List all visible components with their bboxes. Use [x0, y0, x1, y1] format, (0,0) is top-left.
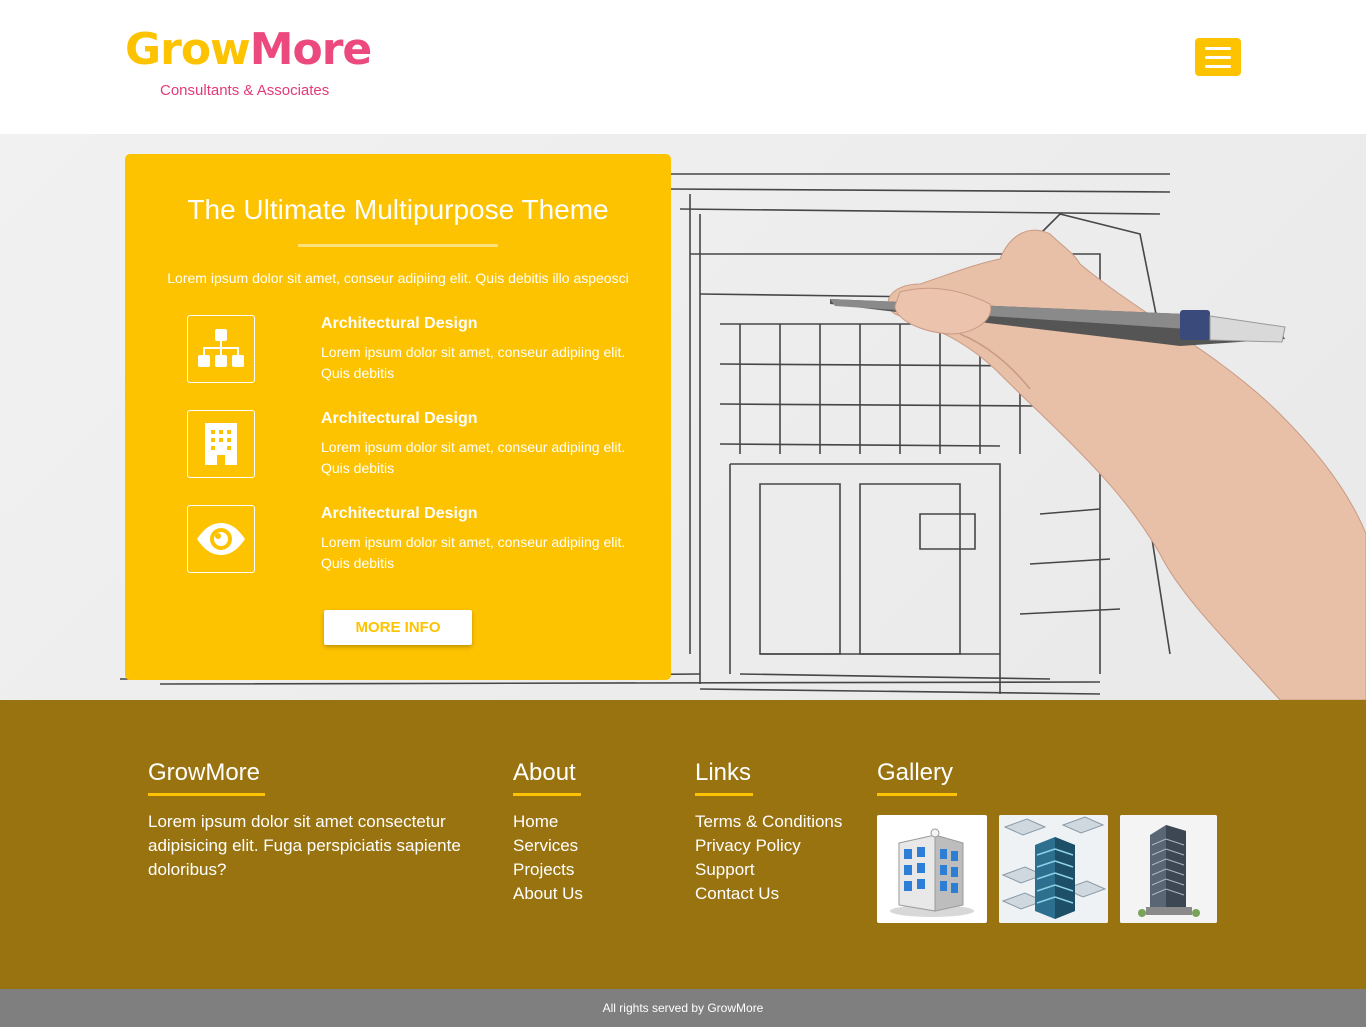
- feature-2-title: Architectural Design: [321, 410, 478, 427]
- hero-intro: Lorem ipsum dolor sit amet, conseur adip…: [167, 270, 629, 286]
- feature-3-title: Architectural Design: [321, 505, 478, 522]
- hero-card: The Ultimate Multipurpose Theme Lorem ip…: [125, 154, 671, 680]
- footer-links-heading: Links: [695, 758, 753, 796]
- site-logo[interactable]: GrowMore: [125, 24, 373, 76]
- footer-link-home[interactable]: Home: [513, 810, 673, 834]
- gallery-image-2[interactable]: [999, 815, 1108, 923]
- footer-about-column: About Home Services Projects About Us: [513, 758, 673, 906]
- site-header: GrowMore Consultants & Associates: [0, 0, 1366, 134]
- heading-underline: [513, 793, 581, 796]
- copyright-bar: All rights served by GrowMore: [0, 989, 1366, 1027]
- feature-1-text: Lorem ipsum dolor sit amet, conseur adip…: [321, 344, 626, 381]
- footer-gallery-heading-text: Gallery: [877, 759, 954, 786]
- building-icon: [205, 423, 237, 465]
- footer-links-list: Terms & Conditions Privacy Policy Suppor…: [695, 810, 865, 906]
- footer-links-heading-text: Links: [695, 759, 752, 786]
- feature-1-title: Architectural Design: [321, 315, 478, 332]
- heading-underline: [148, 793, 265, 796]
- feature-2-text: Lorem ipsum dolor sit amet, conseur adip…: [321, 439, 626, 476]
- footer-gallery-column: Gallery: [877, 758, 1227, 796]
- footer-brand-heading: GrowMore: [148, 758, 265, 796]
- feature-1-icon-box: [187, 315, 255, 383]
- footer-brand-text: Lorem ipsum dolor sit amet consectetur a…: [148, 812, 461, 879]
- footer-link-privacy[interactable]: Privacy Policy: [695, 834, 865, 858]
- footer-brand-heading-text: GrowMore: [148, 759, 261, 786]
- feature-3-icon-box: [187, 505, 255, 573]
- footer-gallery-heading: Gallery: [877, 758, 957, 796]
- footer-brand-column: GrowMore Lorem ipsum dolor sit amet cons…: [148, 758, 468, 882]
- footer-link-terms[interactable]: Terms & Conditions: [695, 810, 865, 834]
- footer-link-services[interactable]: Services: [513, 834, 673, 858]
- heading-underline: [695, 793, 753, 796]
- feature-3-text: Lorem ipsum dolor sit amet, conseur adip…: [321, 534, 626, 571]
- footer-link-contact[interactable]: Contact Us: [695, 882, 865, 906]
- footer-links-column: Links Terms & Conditions Privacy Policy …: [695, 758, 865, 906]
- heading-underline: [877, 793, 957, 796]
- hero-title: The Ultimate Multipurpose Theme: [187, 194, 609, 225]
- gallery-image-3[interactable]: [1120, 815, 1217, 923]
- footer-link-support[interactable]: Support: [695, 858, 865, 882]
- eye-icon: [197, 523, 245, 555]
- office-building-icon: [890, 828, 974, 917]
- logo-more: More: [249, 24, 373, 75]
- feature-2-icon-box: [187, 410, 255, 478]
- skyscraper-icon: [1120, 815, 1217, 923]
- hero-title-divider: [298, 244, 498, 247]
- hamburger-menu-icon: [1205, 46, 1231, 50]
- site-tagline: Consultants & Associates: [160, 82, 330, 99]
- logo-grow: Grow: [125, 24, 251, 75]
- footer-about-heading-text: About: [513, 759, 576, 786]
- sitemap-icon: [198, 329, 244, 367]
- isometric-offices-icon: [999, 815, 1108, 923]
- site-footer: GrowMore Lorem ipsum dolor sit amet cons…: [0, 700, 1366, 989]
- footer-about-list: Home Services Projects About Us: [513, 810, 673, 906]
- footer-about-heading: About: [513, 758, 581, 796]
- gallery-image-1[interactable]: [877, 815, 987, 923]
- copyright-text: All rights served by GrowMore: [602, 1001, 764, 1015]
- footer-link-projects[interactable]: Projects: [513, 858, 673, 882]
- hamburger-menu-button[interactable]: [1195, 38, 1241, 76]
- more-info-button[interactable]: MORE INFO: [324, 610, 472, 645]
- footer-link-about-us[interactable]: About Us: [513, 882, 673, 906]
